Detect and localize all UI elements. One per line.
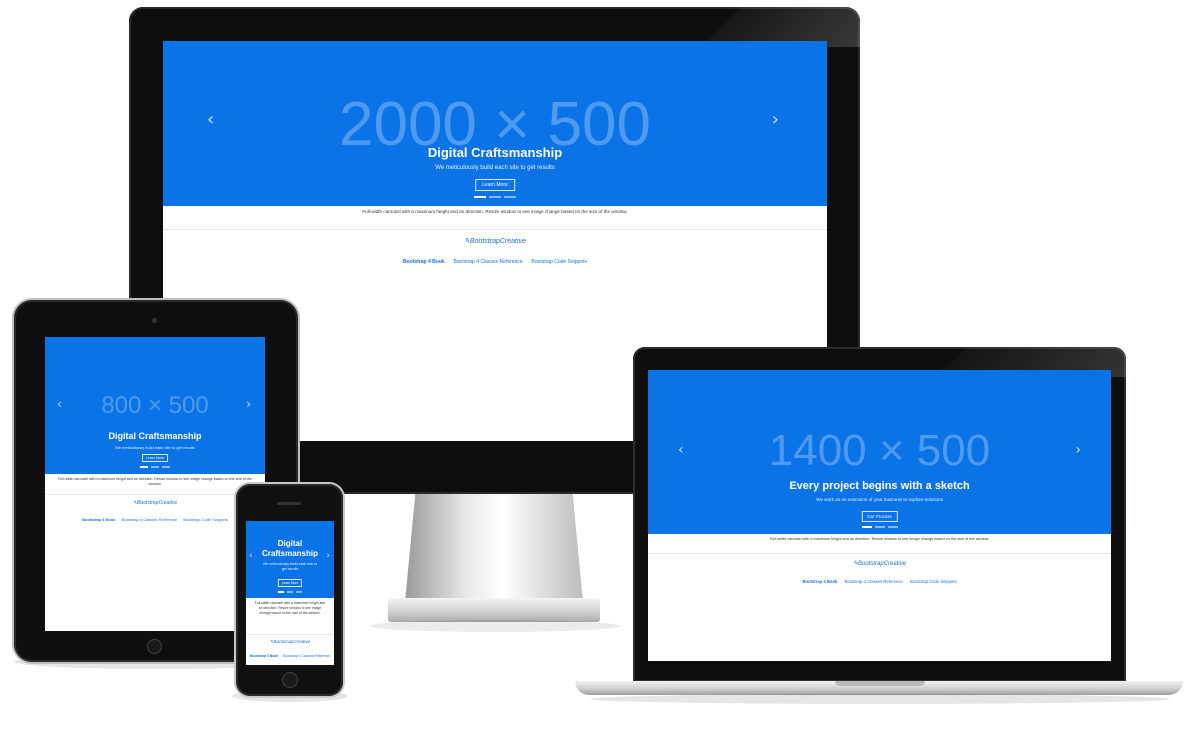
indicator[interactable] [296, 591, 302, 593]
indicator[interactable] [861, 526, 872, 528]
phone-logo[interactable]: ✎BootstrapCreative [246, 639, 334, 645]
tablet-links: Bootstrap 4 Book Bootstrap 4 Classes Ref… [45, 517, 265, 522]
tablet-prev-arrow[interactable]: ‹ [57, 397, 62, 411]
indicator[interactable] [151, 466, 159, 468]
indicator[interactable] [162, 466, 170, 468]
laptop-divider [648, 553, 1111, 554]
laptop-placeholder-size: 1400 × 500 [768, 426, 991, 475]
phone-links: Bootstrap 4 Book Bootstrap 4 Classes Ref… [246, 654, 334, 658]
tablet-hero-carousel: 800 × 500 ‹ › Digital Craftsmanship We m… [45, 337, 265, 474]
monitor-description: Full-width carousel with a maximum heigh… [362, 209, 628, 214]
monitor-logo[interactable]: ✎BootstrapCreative [163, 237, 827, 245]
monitor-learn-more-button[interactable]: Learn More [475, 179, 515, 191]
link-bootstrap-book[interactable]: Bootstrap 4 Book [250, 654, 278, 658]
link-classes-reference[interactable]: Bootstrap 4 Classes Reference [283, 654, 330, 658]
laptop-hero-subtitle: We work as an extension of your business… [816, 497, 943, 502]
phone-hero-carousel: ‹ › Digital Craftsmanship We meticulousl… [246, 521, 334, 598]
phone-home-button[interactable] [282, 672, 298, 688]
monitor-prev-arrow[interactable]: ‹ [207, 109, 214, 130]
link-code-snippets[interactable]: Bootstrap Code Snippets [531, 259, 587, 265]
monitor-divider [163, 229, 827, 230]
link-bootstrap-book[interactable]: Bootstrap 4 Book [802, 579, 837, 584]
phone-screen: ‹ › Digital Craftsmanship We meticulousl… [246, 521, 334, 665]
tablet-carousel-indicators [140, 466, 170, 468]
laptop-description: Full-width carousel with a maximum heigh… [769, 537, 990, 541]
tablet-logo[interactable]: ✎BootstrapCreative [45, 500, 265, 506]
laptop-logo[interactable]: ✎BootstrapCreative [648, 560, 1111, 567]
tablet-description: Full-width carousel with a maximum heigh… [58, 477, 252, 486]
indicator[interactable] [287, 591, 293, 593]
monitor-stand-neck [405, 490, 583, 602]
tablet-hero-subtitle: We meticulously build each site to get r… [115, 445, 195, 450]
tablet-hero-title: Digital Craftsmanship [108, 431, 202, 441]
link-bootstrap-book[interactable]: Bootstrap 4 Book [403, 259, 445, 265]
phone-divider [246, 634, 334, 635]
tablet-screen: 800 × 500 ‹ › Digital Craftsmanship We m… [45, 337, 265, 631]
indicator[interactable] [504, 196, 516, 198]
laptop-hero-carousel: 1400 × 500 ‹ › Every project begins with… [648, 370, 1111, 534]
monitor-hero-subtitle: We meticulously build each site to get r… [435, 165, 555, 171]
tablet-placeholder-size: 800 × 500 [101, 392, 209, 419]
indicator[interactable] [474, 196, 486, 198]
monitor-next-arrow[interactable]: › [772, 109, 779, 130]
monitor-hero-title: Digital Craftsmanship [427, 145, 563, 160]
monitor-hero-carousel: 2000 × 500 ‹ › Digital Craftsmanship We … [163, 41, 827, 206]
phone-hero-title: Digital Craftsmanship [261, 539, 318, 558]
monitor-stand-shadow [370, 620, 620, 632]
laptop-prev-arrow[interactable]: ‹ [678, 442, 684, 458]
link-classes-reference[interactable]: Bootstrap 4 Classes Reference [845, 579, 903, 584]
link-code-snippets[interactable]: Bootstrap Code Snippets [183, 517, 227, 522]
phone-description: Full-width carousel with a maximum heigh… [254, 601, 326, 615]
link-classes-reference[interactable]: Bootstrap 4 Classes Reference [122, 517, 177, 522]
link-classes-reference[interactable]: Bootstrap 4 Classes Reference [453, 259, 522, 265]
indicator[interactable] [140, 466, 148, 468]
indicator[interactable] [489, 196, 501, 198]
monitor-carousel-indicators [474, 196, 516, 198]
indicator[interactable] [887, 526, 898, 528]
indicator[interactable] [874, 526, 885, 528]
laptop-hero-title: Every project begins with a sketch [789, 480, 970, 492]
phone-hero-subtitle: We meticulously build each site to get r… [262, 562, 318, 571]
tablet-home-button[interactable] [147, 639, 162, 654]
laptop-links: Bootstrap 4 Book Bootstrap 4 Classes Ref… [648, 579, 1111, 584]
laptop-our-process-button[interactable]: Our Process [861, 511, 898, 522]
phone-learn-more-button[interactable]: Learn More [277, 579, 303, 587]
tablet-camera [152, 318, 157, 323]
phone-carousel-indicators [278, 591, 302, 593]
monitor-links: Bootstrap 4 Book Bootstrap 4 Classes Ref… [163, 259, 827, 265]
link-code-snippets[interactable]: Bootstrap Code Snippets [910, 579, 957, 584]
monitor-stand-base [388, 598, 600, 622]
phone-speaker [277, 502, 301, 505]
tablet-learn-more-button[interactable]: Learn More [142, 454, 168, 462]
laptop-notch [835, 681, 925, 686]
laptop-screen: 1400 × 500 ‹ › Every project begins with… [648, 370, 1111, 661]
indicator[interactable] [278, 591, 284, 593]
laptop-next-arrow[interactable]: › [1075, 442, 1081, 458]
laptop-carousel-indicators [861, 526, 898, 528]
tablet-divider [45, 494, 265, 495]
tablet-next-arrow[interactable]: › [246, 397, 251, 411]
laptop-shadow [590, 694, 1170, 704]
link-bootstrap-book[interactable]: Bootstrap 4 Book [82, 517, 115, 522]
